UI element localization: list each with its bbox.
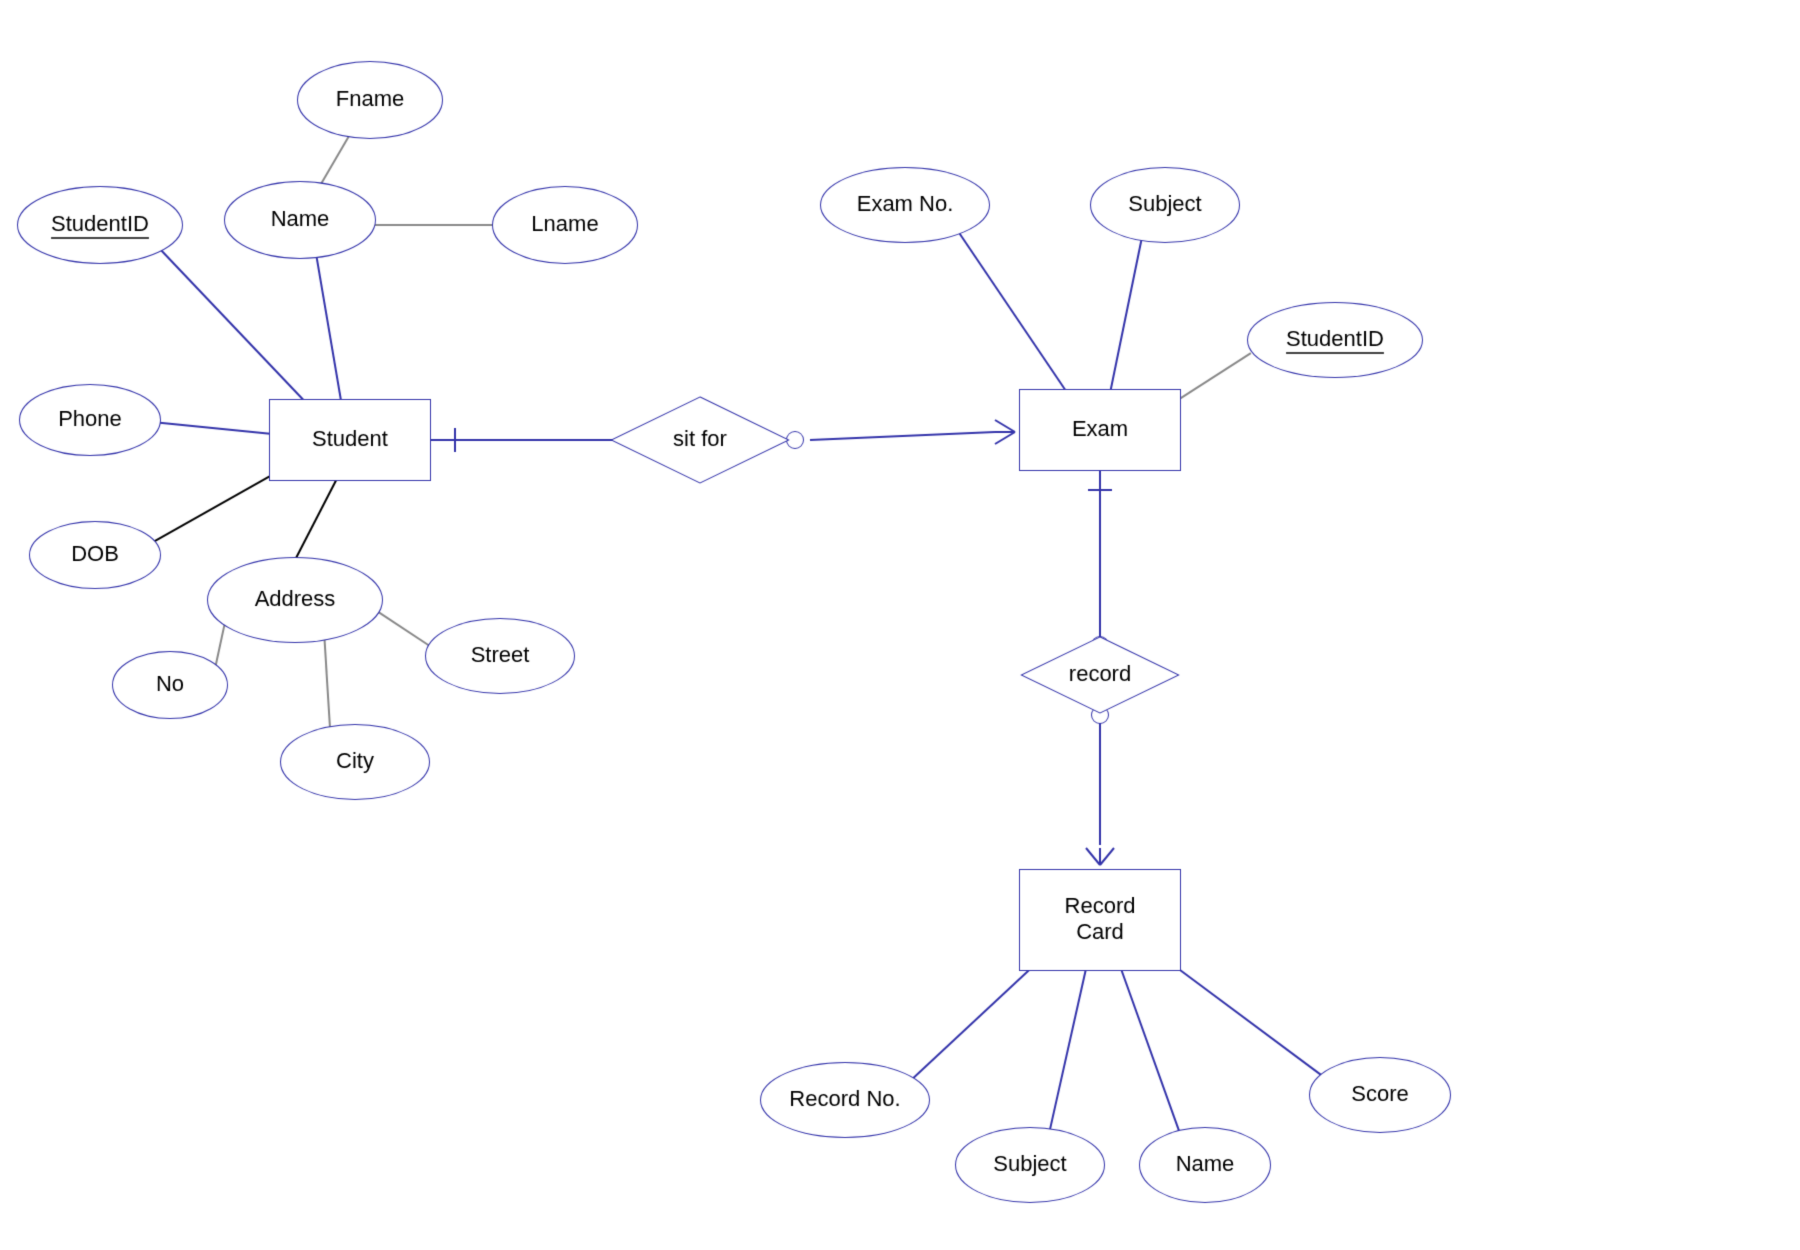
er-diagram [0, 0, 1800, 1250]
